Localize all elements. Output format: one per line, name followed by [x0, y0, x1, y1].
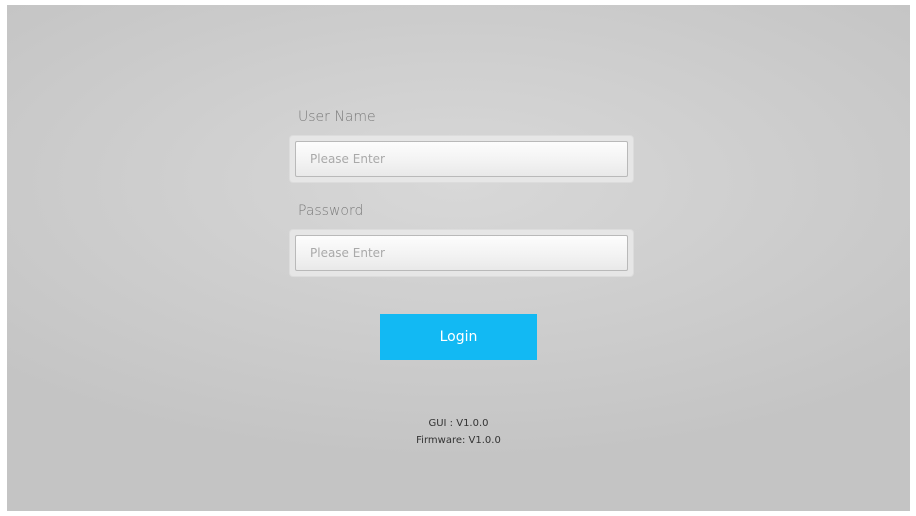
password-input[interactable]	[295, 235, 628, 271]
username-label: User Name	[298, 109, 376, 125]
login-button[interactable]: Login	[380, 314, 537, 360]
password-label: Password	[298, 203, 364, 219]
password-field-frame	[290, 230, 633, 276]
username-input[interactable]	[295, 141, 628, 177]
firmware-version: Firmware: V1.0.0	[416, 435, 501, 446]
gui-version: GUI : V1.0.0	[428, 418, 489, 429]
login-screen: User Name Password Login GUI : V1.0.0 Fi…	[7, 5, 910, 511]
username-field-frame	[290, 136, 633, 182]
